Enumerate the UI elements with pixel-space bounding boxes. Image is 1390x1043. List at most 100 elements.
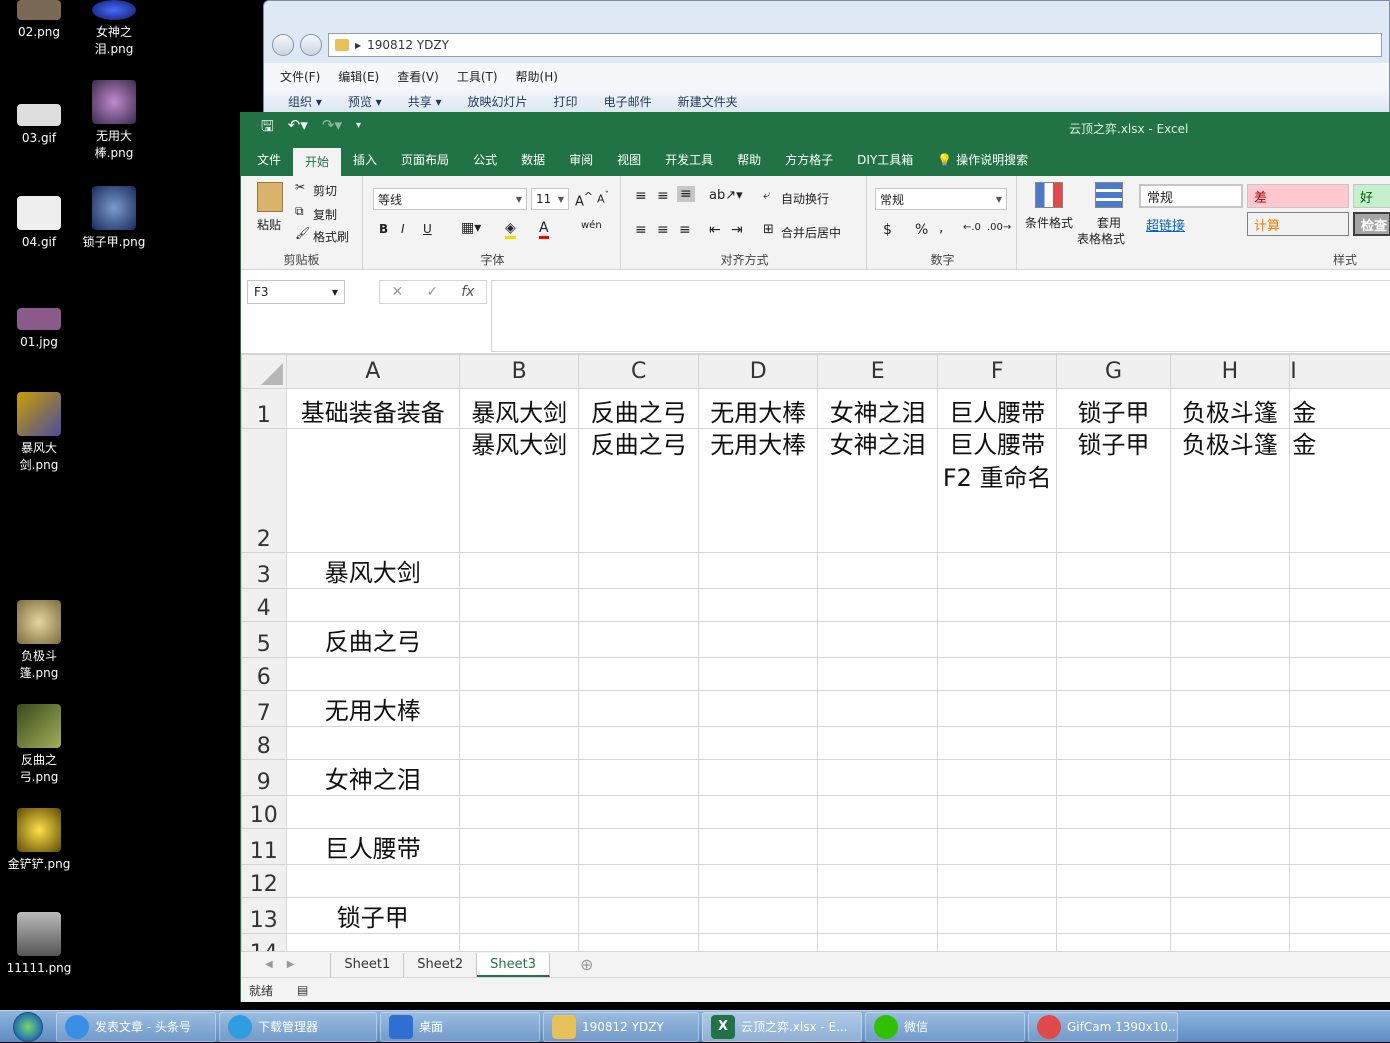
scroll-left-icon[interactable]: ◀ — [265, 959, 273, 970]
cancel-icon[interactable]: ✕ — [392, 284, 404, 300]
cell[interactable] — [459, 691, 579, 727]
paste-button[interactable]: 粘贴 — [257, 216, 281, 233]
cell[interactable] — [1290, 829, 1390, 865]
cell[interactable] — [1057, 760, 1170, 796]
start-button[interactable] — [0, 1011, 56, 1043]
cell[interactable]: 无用大棒 — [286, 691, 459, 727]
cell[interactable]: 暴风大剑 — [286, 553, 459, 589]
align-center-icon[interactable]: ≡ — [657, 222, 669, 238]
grow-font-icon[interactable]: A^ — [575, 190, 593, 209]
cell[interactable] — [579, 898, 699, 934]
cell[interactable] — [698, 658, 818, 691]
tab-developer[interactable]: 开发工具 — [653, 144, 725, 176]
cell[interactable]: 巨人腰带 — [286, 829, 459, 865]
macro-record-icon[interactable]: ▤ — [297, 983, 308, 997]
cell[interactable] — [459, 829, 579, 865]
shrink-font-icon[interactable]: Aˇ — [597, 190, 609, 206]
cell[interactable] — [1170, 553, 1290, 589]
align-right-icon[interactable]: ≡ — [679, 222, 691, 238]
cell[interactable] — [286, 796, 459, 829]
cell[interactable] — [286, 429, 459, 553]
cell[interactable] — [1290, 760, 1390, 796]
tell-me-search[interactable]: 💡 操作说明搜索 — [925, 144, 1040, 176]
taskbar-item-desktop[interactable]: 桌面 — [380, 1012, 540, 1042]
email-button[interactable]: 电子邮件 — [604, 93, 652, 110]
tab-help[interactable]: 帮助 — [725, 144, 773, 176]
row-header[interactable]: 14 — [242, 934, 287, 952]
cell[interactable] — [937, 622, 1057, 658]
percent-button[interactable]: % — [915, 222, 928, 238]
cell[interactable] — [579, 796, 699, 829]
cell[interactable] — [286, 727, 459, 760]
comma-button[interactable]: , — [939, 220, 943, 236]
format-table-button-line1[interactable]: 套用 — [1097, 214, 1121, 231]
cell[interactable] — [1170, 589, 1290, 622]
cell[interactable] — [818, 898, 938, 934]
cell[interactable] — [459, 553, 579, 589]
column-header-D[interactable]: D — [698, 355, 818, 389]
cell[interactable] — [1170, 934, 1290, 952]
cell[interactable] — [459, 727, 579, 760]
row-header[interactable]: 13 — [242, 898, 287, 934]
font-size-select[interactable]: 11▼ — [531, 188, 569, 210]
style-good[interactable]: 好 — [1353, 184, 1390, 208]
italic-button[interactable]: I — [401, 222, 405, 236]
desktop-icon-wuyong[interactable]: 无用大棒.png — [76, 80, 152, 162]
cell[interactable] — [286, 934, 459, 952]
cell[interactable] — [937, 865, 1057, 898]
row-header[interactable]: 7 — [242, 691, 287, 727]
font-color-icon[interactable]: A — [539, 220, 549, 239]
cell[interactable] — [459, 796, 579, 829]
row-header[interactable]: 10 — [242, 796, 287, 829]
cell[interactable] — [1170, 727, 1290, 760]
save-icon[interactable]: 🖫 — [261, 116, 274, 141]
cell[interactable] — [1057, 691, 1170, 727]
decrease-decimal-icon[interactable]: .00→ — [987, 222, 1011, 233]
cell[interactable] — [1057, 865, 1170, 898]
cell[interactable] — [286, 865, 459, 898]
cell[interactable] — [1170, 829, 1290, 865]
column-header-F[interactable]: F — [937, 355, 1057, 389]
cell[interactable] — [459, 934, 579, 952]
cell[interactable] — [579, 658, 699, 691]
cell[interactable] — [579, 934, 699, 952]
cell[interactable] — [698, 796, 818, 829]
cell[interactable] — [286, 589, 459, 622]
cell[interactable]: 无用大棒 — [698, 429, 818, 553]
cell[interactable] — [937, 589, 1057, 622]
copy-button[interactable]: 复制 — [313, 206, 337, 223]
bold-button[interactable]: B — [379, 222, 388, 236]
cut-button[interactable]: 剪切 — [313, 182, 337, 199]
align-top-icon[interactable]: ≡ — [635, 188, 647, 204]
cell[interactable] — [579, 727, 699, 760]
cell[interactable] — [1170, 658, 1290, 691]
tab-view[interactable]: 视图 — [605, 144, 653, 176]
desktop-icon-03[interactable]: 03.gif — [1, 104, 77, 147]
align-middle-icon[interactable]: ≡ — [657, 188, 669, 204]
cell[interactable] — [1290, 796, 1390, 829]
cell[interactable] — [698, 829, 818, 865]
row-header[interactable]: 3 — [242, 553, 287, 589]
address-bar[interactable]: ▶ 190812 YDZY — [328, 33, 1382, 57]
cell[interactable] — [1057, 796, 1170, 829]
cell[interactable] — [698, 760, 818, 796]
cell[interactable] — [818, 658, 938, 691]
select-all-corner[interactable] — [242, 355, 287, 389]
cell[interactable]: 巨人腰带 — [937, 389, 1057, 429]
desktop-icon-04[interactable]: 04.gif — [1, 196, 77, 251]
desktop-icon-01[interactable]: 01.jpg — [1, 308, 77, 351]
cell[interactable] — [1170, 622, 1290, 658]
cell[interactable] — [579, 553, 699, 589]
desktop-icon-nvshen[interactable]: 女神之泪.png — [76, 0, 152, 58]
spreadsheet-grid[interactable]: A B C D E F G H I 1基础装备装备暴风大剑反曲之弓无用大棒女神之… — [241, 354, 1390, 951]
cell[interactable] — [818, 934, 938, 952]
tab-insert[interactable]: 插入 — [341, 144, 389, 176]
format-table-button-line2[interactable]: 表格格式 — [1077, 230, 1125, 247]
cell[interactable] — [1057, 589, 1170, 622]
cell[interactable] — [1290, 658, 1390, 691]
cell[interactable] — [459, 898, 579, 934]
tab-fangfang[interactable]: 方方格子 — [773, 144, 845, 176]
cell[interactable] — [698, 691, 818, 727]
cell[interactable] — [1057, 553, 1170, 589]
cell[interactable]: 无用大棒 — [698, 389, 818, 429]
